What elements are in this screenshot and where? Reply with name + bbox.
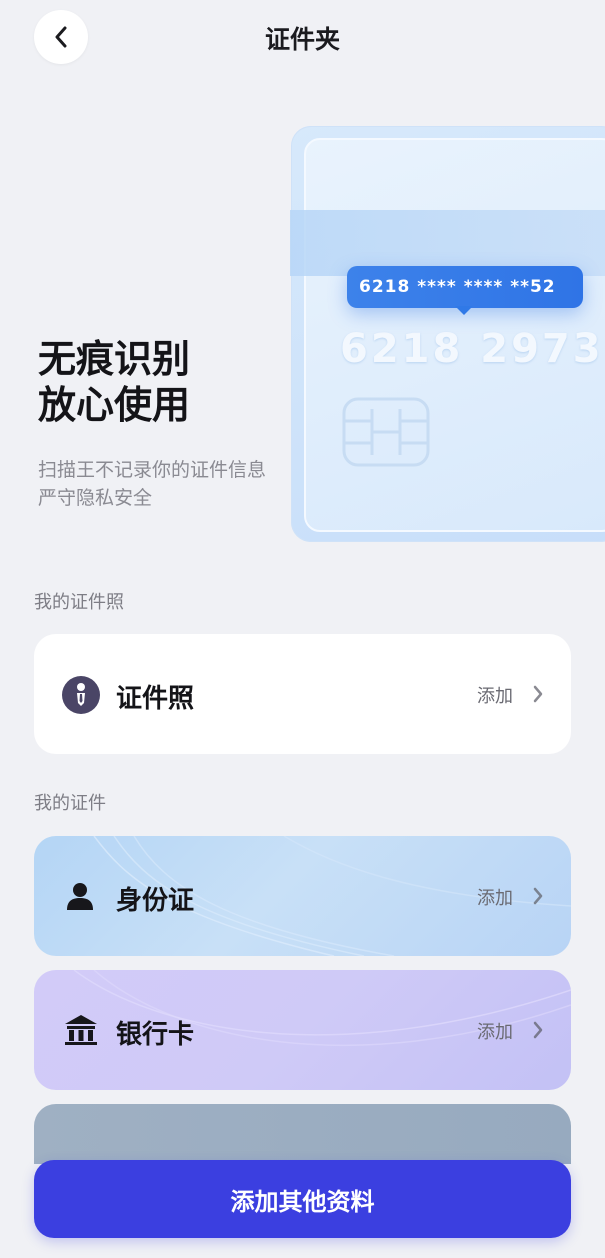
chevron-right-icon	[533, 887, 543, 905]
row-label-id-photo: 证件照	[116, 684, 195, 714]
add-id-photo-action[interactable]: 添加	[477, 682, 513, 708]
add-other-documents-button[interactable]: 添加其他资料	[34, 1160, 571, 1238]
hero-headline-line2: 放心使用	[38, 383, 191, 427]
section-label-documents: 我的证件	[34, 793, 106, 814]
masked-card-number-tag: 6218 **** **** **52	[347, 266, 583, 308]
row-id-photo[interactable]: 证件照 添加	[34, 634, 571, 754]
row-label-id-card: 身份证	[116, 886, 195, 916]
id-photo-icon	[62, 676, 100, 714]
chevron-right-icon	[533, 1021, 543, 1039]
person-icon	[67, 883, 93, 910]
row-partial-next-document[interactable]	[34, 1104, 571, 1164]
hero-headline: 无痕识别 放心使用	[38, 336, 190, 428]
card-chip-icon	[342, 397, 430, 467]
hero-subtitle: 扫描王不记录你的证件信息 严守隐私安全	[38, 456, 266, 512]
hero-subtitle-line2: 严守隐私安全	[38, 487, 153, 509]
chevron-right-icon	[533, 685, 543, 703]
row-label-bank-card: 银行卡	[116, 1020, 195, 1050]
row-id-card[interactable]: 身份证 添加	[34, 836, 571, 956]
row-bank-card[interactable]: 银行卡 添加	[34, 970, 571, 1090]
card-number-embossed: 6218 2973	[340, 326, 604, 372]
hero-headline-line1: 无痕识别	[38, 337, 191, 381]
add-bank-card-action[interactable]: 添加	[477, 1018, 513, 1044]
hero-subtitle-line1: 扫描王不记录你的证件信息	[38, 459, 267, 481]
section-label-photos: 我的证件照	[34, 592, 124, 613]
bank-icon	[65, 1015, 97, 1045]
tag-pointer	[455, 306, 473, 315]
page-title: 证件夹	[264, 25, 340, 54]
add-id-card-action[interactable]: 添加	[477, 884, 513, 910]
